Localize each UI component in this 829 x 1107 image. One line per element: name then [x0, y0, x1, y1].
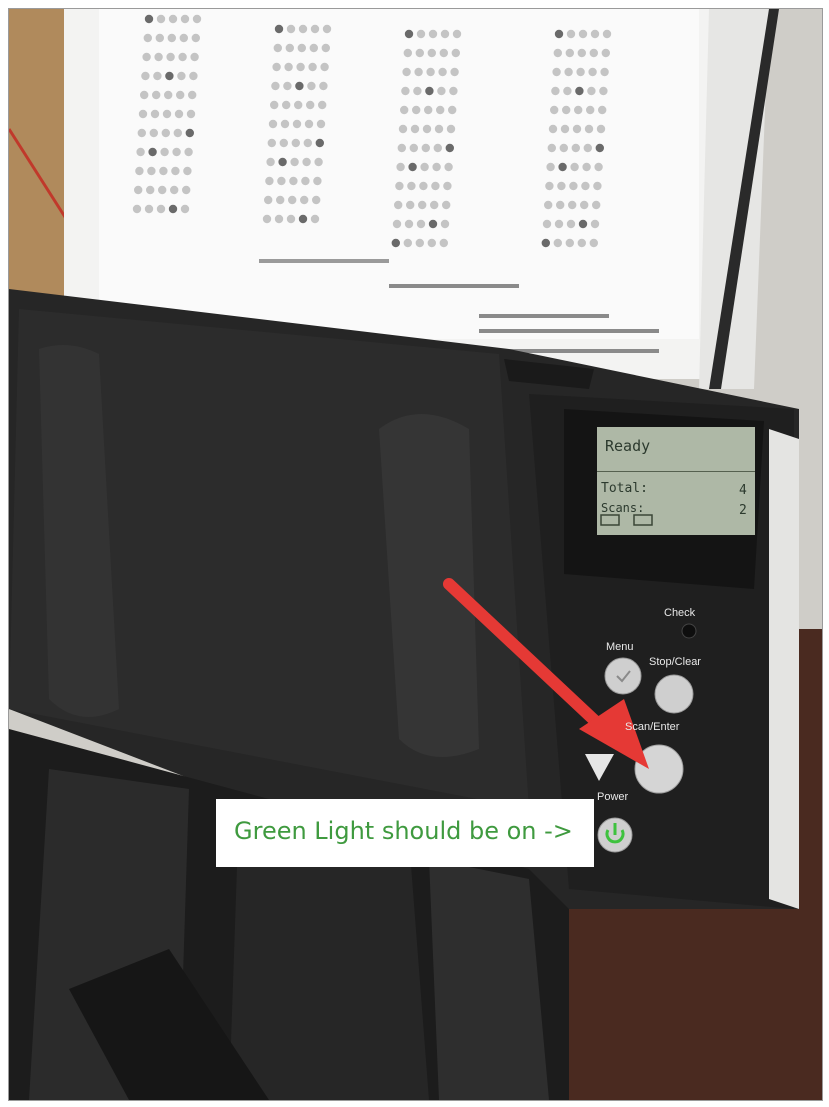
power-label: Power: [597, 791, 629, 803]
menu-button[interactable]: [604, 657, 642, 695]
callout-box: Green Light should be on ->: [216, 799, 594, 867]
scan-enter-label: Scan/Enter: [625, 721, 680, 733]
callout-text: Green Light should be on ->: [234, 817, 573, 845]
scanner-scene: [9, 9, 822, 1100]
check-indicator: [681, 623, 697, 639]
stop-clear-button[interactable]: [654, 674, 694, 714]
check-label: Check: [664, 607, 696, 619]
lcd-total-label: Total:: [601, 481, 648, 496]
lcd-total-value: 4: [739, 483, 747, 498]
stop-clear-label: Stop/Clear: [649, 656, 701, 668]
lcd-scans-label: Scans:: [601, 501, 645, 515]
lcd-display: Ready Total: Scans: 4 2: [599, 429, 754, 534]
menu-label: Menu: [606, 641, 634, 653]
lcd-status: Ready: [605, 437, 651, 455]
lcd-scans-value: 2: [739, 503, 747, 518]
scanner-photo: Ready Total: Scans: 4 2 Check Menu Stop/…: [8, 8, 823, 1101]
